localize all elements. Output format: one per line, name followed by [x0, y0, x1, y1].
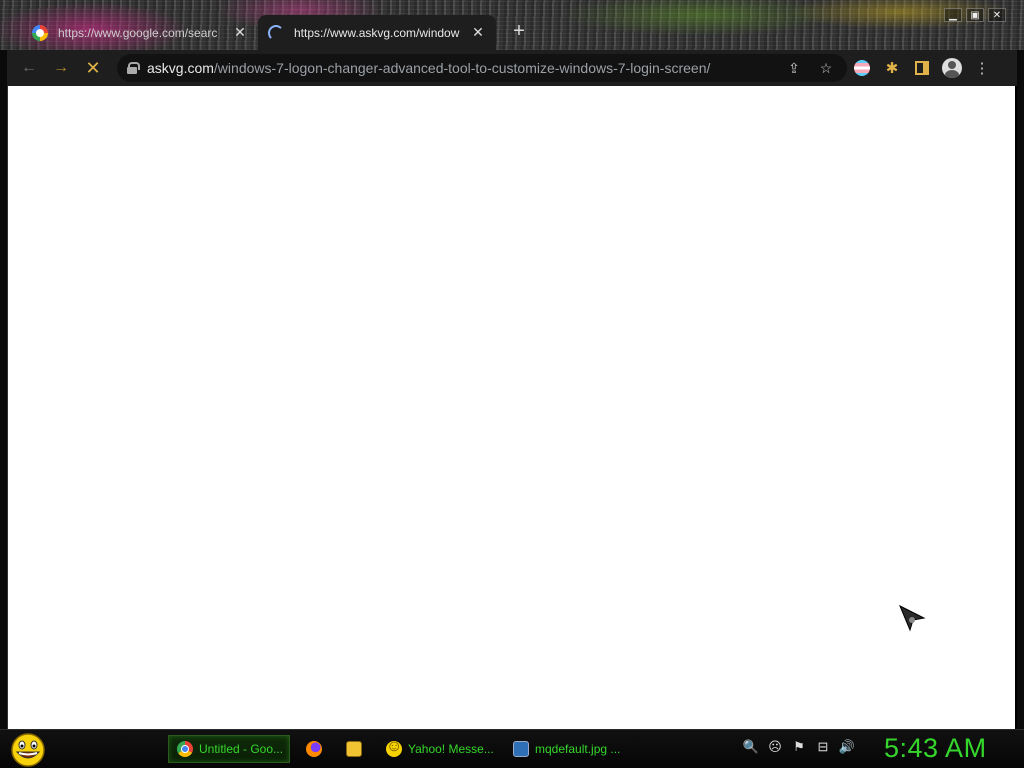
menu-kebab-icon[interactable]: ⋮: [967, 54, 997, 82]
tab-title: https://www.askvg.com/window: [294, 25, 460, 40]
url-domain: askvg.com: [147, 60, 214, 76]
taskbar-item-yahoo-messenger[interactable]: Yahoo! Messe...: [378, 735, 498, 763]
maximize-button[interactable]: ▣: [966, 8, 984, 22]
page-content[interactable]: [7, 86, 1015, 729]
taskbar-item-chrome[interactable]: Untitled - Goo...: [168, 735, 290, 763]
back-button[interactable]: ←: [13, 54, 45, 82]
share-icon[interactable]: ⇪: [783, 60, 805, 77]
tab-title: https://www.google.com/searc: [58, 25, 218, 40]
lock-icon[interactable]: [127, 62, 140, 74]
taskbar-item-folder[interactable]: [338, 735, 372, 763]
taskbar-item-label: Untitled - Goo...: [199, 742, 284, 756]
profile-button[interactable]: [937, 54, 967, 82]
tab-close-icon[interactable]: ✕: [232, 24, 248, 41]
url-path: /windows-7-logon-changer-advanced-tool-t…: [213, 60, 711, 76]
image-viewer-icon: [513, 741, 529, 757]
close-button[interactable]: ✕: [988, 8, 1006, 22]
taskbar-item-label: mqdefault.jpg ...: [535, 742, 621, 756]
start-button-smiley-icon[interactable]: [8, 732, 48, 768]
minimize-button[interactable]: ▁: [944, 8, 962, 22]
messenger-status-icon[interactable]: ☹: [766, 738, 784, 756]
avatar-icon: [942, 58, 962, 78]
search-icon[interactable]: 🔍: [742, 738, 760, 756]
chrome-icon: [177, 741, 193, 757]
yahoo-messenger-icon: [386, 738, 402, 757]
extensions-puzzle-icon[interactable]: ✱: [877, 54, 907, 82]
extension-flag-icon[interactable]: [847, 54, 877, 82]
stop-loading-button[interactable]: ✕: [77, 54, 109, 82]
side-panel-button[interactable]: [907, 54, 937, 82]
window-border-left: [0, 50, 7, 730]
loading-spinner-icon: [268, 24, 284, 41]
volume-icon[interactable]: 🔊: [838, 738, 856, 756]
window-controls: ▁ ▣ ✕: [944, 8, 1006, 22]
tab-askvg[interactable]: https://www.askvg.com/window ✕: [258, 15, 496, 50]
mouse-cursor-icon: [899, 604, 926, 632]
action-center-flag-icon[interactable]: ⚑: [790, 738, 808, 756]
title-bar: https://www.google.com/searc ✕ https://w…: [0, 0, 1024, 50]
browser-toolbar: ← → ✕ askvg.com/windows-7-logon-changer-…: [7, 50, 1017, 86]
tab-close-icon[interactable]: ✕: [470, 24, 486, 41]
window-border-right: [1017, 50, 1024, 730]
taskbar-clock[interactable]: 5:43 AM: [884, 733, 987, 764]
pride-flag-icon: [854, 60, 870, 76]
google-icon: [32, 24, 48, 41]
taskbar-item-label: Yahoo! Messe...: [408, 742, 494, 756]
side-panel-icon: [915, 61, 929, 75]
folder-icon: [346, 741, 362, 757]
firefox-icon: [306, 741, 322, 757]
taskbar: Untitled - Goo... Yahoo! Messe... mqdefa…: [0, 729, 1024, 768]
taskbar-item-firefox[interactable]: [298, 735, 332, 763]
network-icon[interactable]: ⊟: [814, 738, 832, 756]
address-bar[interactable]: askvg.com/windows-7-logon-changer-advanc…: [117, 54, 847, 82]
new-tab-button[interactable]: +: [509, 20, 529, 42]
taskbar-item-image-viewer[interactable]: mqdefault.jpg ...: [505, 735, 627, 763]
forward-button[interactable]: →: [45, 54, 77, 82]
system-tray: 🔍 ☹ ⚑ ⊟ 🔊: [742, 738, 856, 756]
tab-google-search[interactable]: https://www.google.com/searc ✕: [22, 15, 258, 50]
url-text[interactable]: askvg.com/windows-7-logon-changer-advanc…: [147, 60, 773, 76]
bookmark-star-icon[interactable]: ☆: [815, 60, 837, 77]
